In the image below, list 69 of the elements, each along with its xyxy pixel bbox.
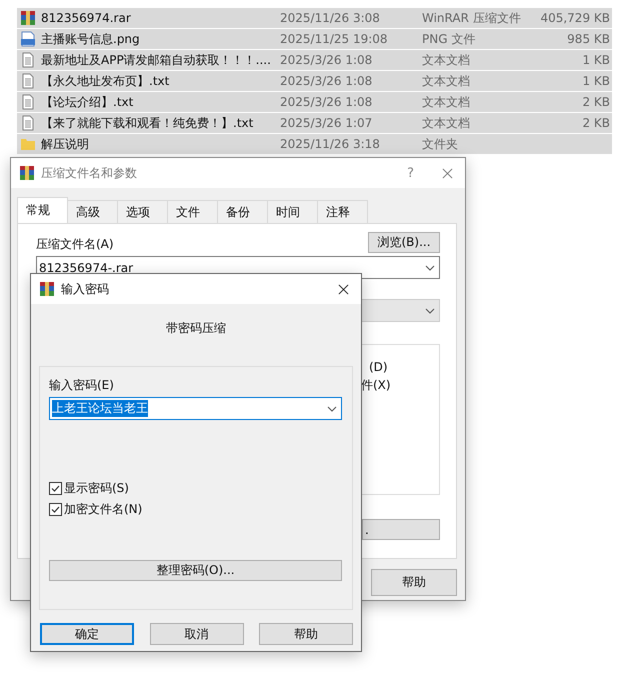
- file-name: 【来了就能下载和观看！纯免费！】.txt: [41, 114, 254, 132]
- text-file-icon: [20, 94, 36, 110]
- checkbox-label: 加密文件名(N): [64, 500, 142, 518]
- browse-button[interactable]: 浏览(B)...: [368, 232, 440, 253]
- image-file-icon: [20, 31, 36, 47]
- tab[interactable]: 注释: [317, 200, 368, 223]
- file-date: 2025/11/26 3:08: [280, 11, 381, 25]
- file-name: 812356974.rar: [41, 11, 132, 25]
- option-label: (D): [369, 359, 388, 376]
- file-row[interactable]: 812356974.rar 2025/11/26 3:08 WinRAR 压缩文件 405,729 KB: [17, 8, 612, 28]
- file-date: 2025/3/26 1:07: [280, 116, 374, 130]
- window-title: 输入密码: [61, 280, 110, 298]
- file-size: 2 KB: [581, 116, 611, 130]
- file-size: 985 KB: [566, 32, 611, 46]
- file-row[interactable]: 最新地址及APP请发邮箱自动获取！！！.... 2025/3/26 1:08 文本文档 1 KB: [17, 50, 612, 70]
- folder-icon: [20, 136, 36, 152]
- file-name: 主播账号信息.png: [41, 30, 141, 48]
- checkbox[interactable]: [49, 502, 62, 516]
- text-file-icon: [20, 52, 36, 68]
- checkbox[interactable]: [49, 482, 62, 494]
- close-icon[interactable]: [338, 284, 349, 294]
- file-type: 文本文档: [422, 72, 471, 90]
- caret-icon: [425, 264, 435, 270]
- file-row[interactable]: 【永久地址发布页】.txt 2025/3/26 1:08 文本文档 1 KB: [17, 71, 612, 91]
- dialog-button[interactable]: 确定: [40, 623, 134, 645]
- window-title: 压缩文件名和参数: [41, 164, 138, 182]
- caret-icon: [327, 406, 337, 412]
- file-row[interactable]: 主播账号信息.png 2025/11/25 19:08 PNG 文件 985 KB: [17, 29, 612, 49]
- text-file-icon: [20, 73, 36, 89]
- tab[interactable]: 常规: [17, 197, 68, 223]
- checkbox-label: 显示密码(S): [64, 480, 129, 496]
- file-size: 405,729 KB: [540, 11, 611, 25]
- file-type: 文件夹: [422, 136, 459, 152]
- file-type: 文本文档: [422, 114, 471, 132]
- file-size: 1 KB: [581, 53, 611, 67]
- file-row[interactable]: 【来了就能下载和观看！纯免费！】.txt 2025/3/26 1:07 文本文档 2 KB: [17, 113, 612, 133]
- file-row[interactable]: 【论坛介绍】.txt 2025/3/26 1:08 文本文档 2 KB: [17, 92, 612, 112]
- file-date: 2025/3/26 1:08: [280, 95, 374, 109]
- caret-icon: [425, 308, 435, 314]
- file-type: 文本文档: [422, 52, 471, 68]
- archive-icon: [20, 10, 36, 26]
- option-label: 件(X): [361, 377, 391, 394]
- file-type: 文本文档: [422, 94, 471, 110]
- help-glyph[interactable]: ?: [407, 166, 414, 180]
- archive-icon: [19, 165, 35, 181]
- password-field[interactable]: 上老王论坛当老王: [49, 397, 342, 420]
- file-size: 2 KB: [581, 95, 611, 109]
- file-type: WinRAR 压缩文件: [422, 10, 522, 26]
- file-name: 解压说明: [41, 136, 90, 152]
- archive-icon: [39, 281, 55, 297]
- dialog-button[interactable]: 帮助: [259, 623, 353, 645]
- file-date: 2025/3/26 1:08: [280, 53, 374, 67]
- file-name: 【永久地址发布页】.txt: [41, 72, 170, 90]
- dialog-heading: 带密码压缩: [165, 320, 227, 337]
- help-button[interactable]: 帮助: [371, 569, 457, 596]
- field-label: 输入密码(E): [49, 377, 115, 394]
- file-date: 2025/11/25 19:08: [280, 32, 389, 46]
- file-date: 2025/11/26 3:18: [280, 137, 381, 151]
- file-row[interactable]: 解压说明 2025/11/26 3:18 文件夹: [17, 134, 612, 154]
- text-file-icon: [20, 115, 36, 131]
- file-type: PNG 文件: [422, 30, 476, 48]
- file-date: 2025/3/26 1:08: [280, 74, 374, 88]
- field-label: 压缩文件名(A): [36, 236, 114, 253]
- dialog-button[interactable]: 取消: [150, 623, 244, 645]
- file-name: 【论坛介绍】.txt: [41, 94, 134, 110]
- file-name: 最新地址及APP请发邮箱自动获取！！！....: [41, 52, 272, 68]
- organize-passwords-button[interactable]: 整理密码(O)...: [49, 560, 342, 581]
- partial-button[interactable]: .: [362, 519, 440, 540]
- file-size: 1 KB: [581, 74, 611, 88]
